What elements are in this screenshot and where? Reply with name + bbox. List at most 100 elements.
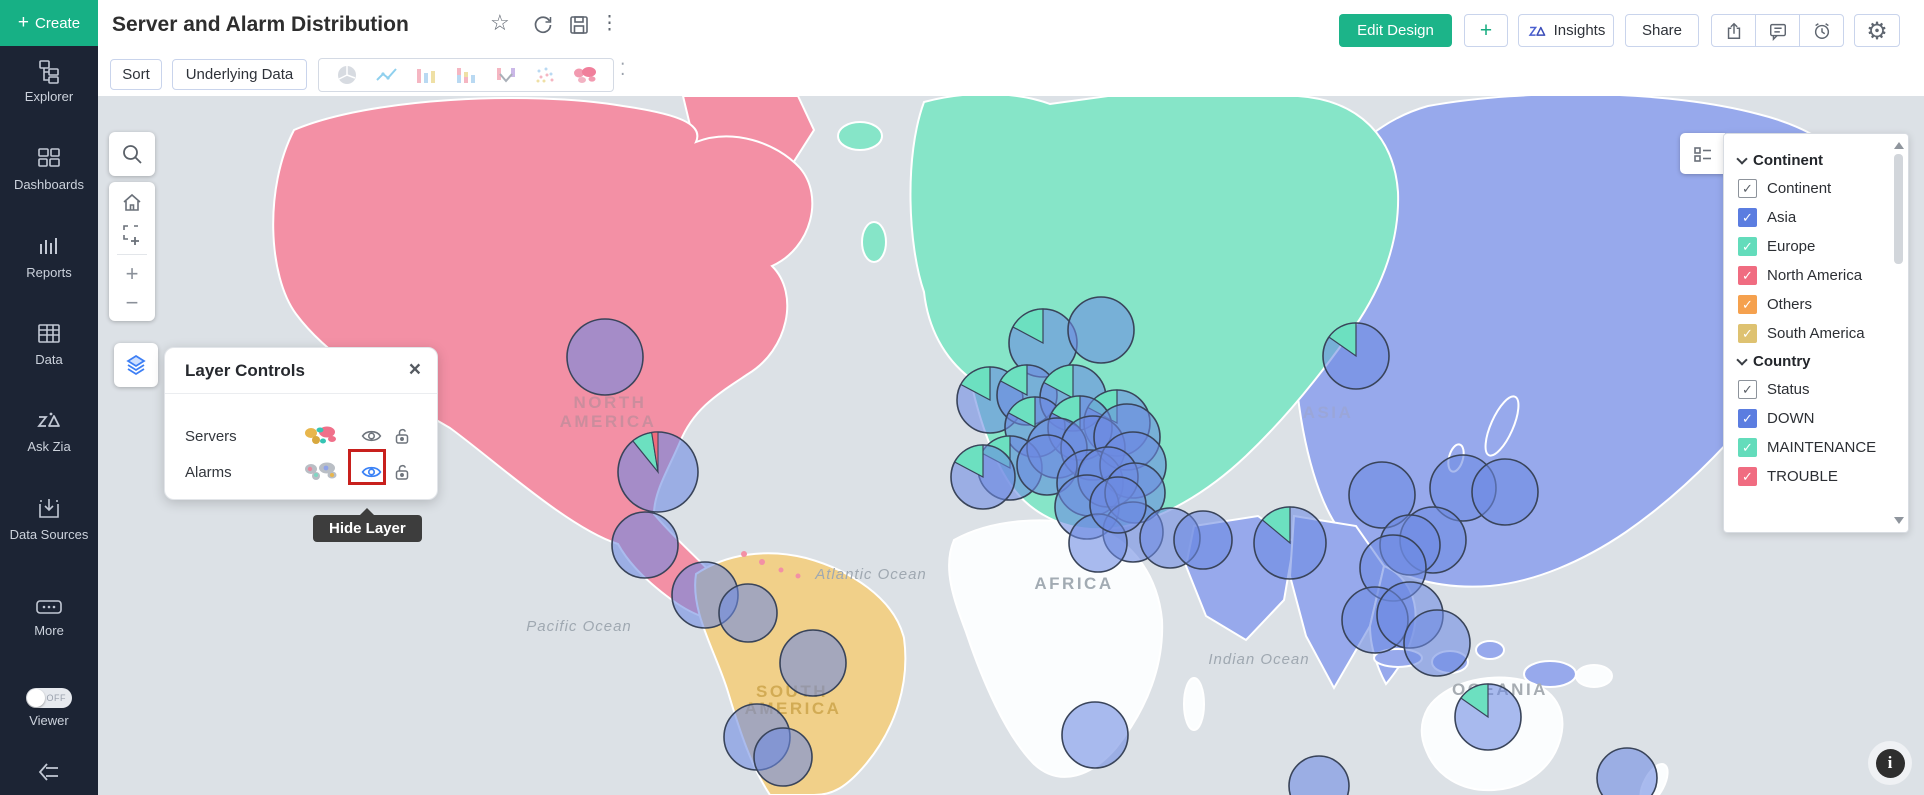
star-icon[interactable]: ☆	[490, 10, 510, 36]
add-report-button[interactable]: +	[1464, 14, 1508, 47]
legend-checkbox[interactable]: ✓	[1738, 409, 1757, 428]
layer-controls-toggle[interactable]	[114, 343, 158, 387]
alarms-visibility-eye-icon[interactable]	[353, 457, 389, 487]
edit-design-button[interactable]: Edit Design	[1339, 14, 1452, 47]
sidebar-item-data-sources[interactable]: Data Sources	[0, 496, 98, 543]
legend-item-status[interactable]: ✓ Status	[1738, 380, 1884, 399]
legend-checkbox[interactable]: ✓	[1738, 467, 1757, 486]
servers-layer-thumbnail-icon[interactable]	[303, 424, 339, 448]
map-canvas[interactable]: NORTH AMERICA SOUTH AMERICA AFRICA ASIA …	[98, 96, 1924, 795]
export-button[interactable]	[1711, 14, 1756, 47]
legend-toggle-button[interactable]	[1680, 133, 1725, 174]
map-pie-marker[interactable]	[611, 511, 679, 579]
refresh-icon[interactable]	[532, 14, 554, 41]
scrollbar-thumb[interactable]	[1894, 154, 1903, 264]
legend-checkbox[interactable]: ✓	[1738, 438, 1757, 457]
legend-item-north-america[interactable]: ✓ North America	[1738, 266, 1884, 285]
toolbar-kebab-icon[interactable]: ⁚	[620, 60, 625, 80]
sidebar-item-label: Explorer	[24, 89, 74, 104]
layer-name: Servers	[185, 427, 237, 445]
legend-item-asia[interactable]: ✓ Asia	[1738, 208, 1884, 227]
sidebar-item-label: Ask Zia	[27, 439, 71, 454]
legend-checkbox[interactable]: ✓	[1738, 266, 1757, 285]
legend-checkbox[interactable]: ✓	[1738, 179, 1757, 198]
scatter-chart-icon[interactable]	[532, 63, 558, 87]
servers-visibility-eye-icon[interactable]	[353, 421, 389, 451]
map-info-button[interactable]: i	[1868, 741, 1912, 785]
legend-item-label: South America	[1767, 325, 1865, 342]
label-north-america: NORTH	[574, 393, 647, 412]
zoom-selection-icon[interactable]	[121, 223, 143, 245]
dashboards-grid-icon	[38, 148, 60, 167]
scroll-down-arrow-icon[interactable]	[1894, 517, 1904, 524]
sidebar-item-data[interactable]: Data	[0, 321, 98, 368]
label-pacific-ocean: Pacific Ocean	[526, 618, 632, 635]
map-chart-icon-selected[interactable]	[572, 63, 598, 87]
viewer-label: Viewer	[29, 713, 69, 728]
map-pie-marker[interactable]	[1061, 701, 1129, 769]
alarms-layer-thumbnail-icon[interactable]	[303, 460, 339, 484]
sidebar-item-explorer[interactable]: Explorer	[0, 58, 98, 105]
map-pie-marker[interactable]	[1173, 510, 1233, 570]
chevron-down-icon	[1736, 353, 1748, 366]
viewer-toggle[interactable]: OFF	[26, 688, 72, 708]
legend-item-maintenance[interactable]: ✓ MAINTENANCE	[1738, 438, 1884, 457]
legend-group-title[interactable]: Continent	[1736, 152, 1884, 169]
sidebar-item-ask-zia[interactable]: Ask Zia	[0, 408, 98, 455]
search-icon	[123, 145, 142, 164]
servers-lock-icon[interactable]	[389, 421, 415, 451]
share-button[interactable]: Share	[1625, 14, 1699, 47]
label-asia: ASIA	[1303, 403, 1354, 422]
stacked-bar-chart-icon[interactable]	[453, 63, 479, 87]
alarms-lock-icon[interactable]	[389, 457, 415, 487]
close-icon[interactable]: ×	[409, 358, 421, 382]
scroll-up-arrow-icon[interactable]	[1894, 142, 1904, 149]
home-icon[interactable]	[121, 192, 143, 214]
legend-scrollbar[interactable]	[1892, 140, 1905, 526]
legend-checkbox[interactable]: ✓	[1738, 208, 1757, 227]
insights-button[interactable]: Insights	[1518, 14, 1614, 47]
map-pie-marker[interactable]	[1067, 296, 1135, 364]
underlying-data-button[interactable]: Underlying Data	[172, 59, 307, 90]
pie-chart-icon[interactable]	[334, 63, 360, 87]
legend-checkbox[interactable]: ✓	[1738, 380, 1757, 399]
funnel-chart-icon[interactable]	[493, 63, 519, 87]
settings-button[interactable]: ⚙	[1854, 14, 1900, 47]
legend-item-trouble[interactable]: ✓ TROUBLE	[1738, 467, 1884, 486]
legend-item-south-america[interactable]: ✓ South America	[1738, 324, 1884, 343]
kebab-icon[interactable]: ⋮	[600, 12, 619, 35]
zoom-out-button[interactable]: −	[126, 292, 139, 314]
info-icon: i	[1875, 748, 1905, 778]
alerts-button[interactable]	[1799, 14, 1844, 47]
line-chart-icon[interactable]	[374, 63, 400, 87]
legend-group-title[interactable]: Country	[1736, 353, 1884, 370]
sort-button[interactable]: Sort	[110, 59, 162, 90]
create-button[interactable]: + Create	[0, 0, 98, 46]
legend-item-continent[interactable]: ✓ Continent	[1738, 179, 1884, 198]
comments-button[interactable]	[1755, 14, 1800, 47]
map-pie-marker[interactable]	[566, 318, 644, 396]
map-pie-marker[interactable]	[779, 629, 847, 697]
map-pie-marker[interactable]	[753, 727, 813, 787]
tooltip-caret	[359, 508, 375, 516]
map-pie-marker[interactable]	[1403, 609, 1471, 677]
legend-item-others[interactable]: ✓ Others	[1738, 295, 1884, 314]
sidebar-item-dashboards[interactable]: Dashboards	[0, 146, 98, 193]
legend-checkbox[interactable]: ✓	[1738, 237, 1757, 256]
legend-item-europe[interactable]: ✓ Europe	[1738, 237, 1884, 256]
map-pie-marker[interactable]	[1089, 476, 1147, 534]
map-pie-marker[interactable]	[718, 583, 778, 643]
legend-item-label: DOWN	[1767, 410, 1815, 427]
legend-checkbox[interactable]: ✓	[1738, 324, 1757, 343]
map-pie-marker[interactable]	[1471, 458, 1539, 526]
map-search-button[interactable]	[109, 132, 155, 176]
layers-icon	[126, 354, 146, 376]
legend-item-down[interactable]: ✓ DOWN	[1738, 409, 1884, 428]
save-icon[interactable]	[568, 14, 590, 41]
bar-chart-icon[interactable]	[413, 63, 439, 87]
zoom-in-button[interactable]: +	[126, 263, 139, 285]
legend-checkbox[interactable]: ✓	[1738, 295, 1757, 314]
sidebar-collapse[interactable]	[0, 762, 98, 782]
sidebar-item-more[interactable]: More	[0, 596, 98, 639]
sidebar-item-reports[interactable]: Reports	[0, 234, 98, 281]
